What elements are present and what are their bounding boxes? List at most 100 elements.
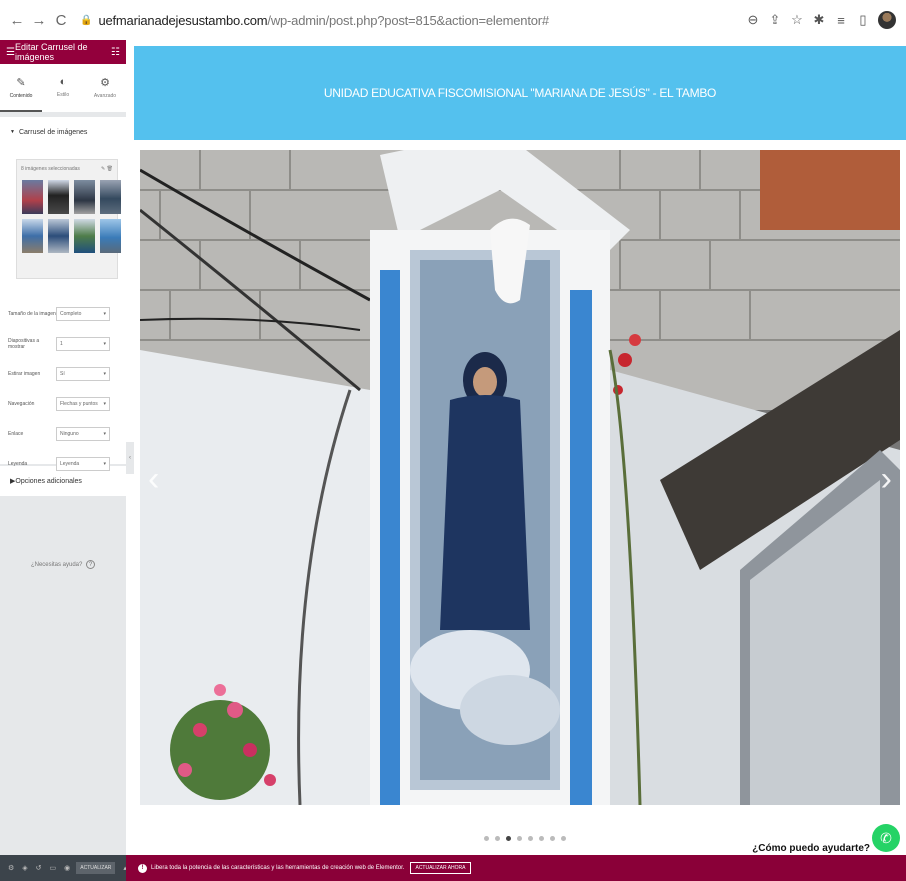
link-select[interactable]: Ninguno ▾ — [56, 427, 110, 441]
field-label: Enlace — [8, 431, 24, 437]
site-header: UNIDAD EDUCATIVA FISCOMISIONAL "MARIANA … — [134, 46, 906, 140]
url-host: uefmarianadejesustambo.com — [98, 12, 268, 28]
reload-icon[interactable]: C — [50, 12, 72, 29]
select-value: Leyenda — [60, 461, 80, 467]
carousel-dot[interactable] — [528, 836, 533, 841]
responsive-icon[interactable]: ▭ — [50, 864, 57, 872]
profile-avatar[interactable] — [878, 11, 896, 29]
tab-label: Estilo — [56, 92, 70, 98]
layers-icon[interactable]: ◈ — [22, 864, 27, 872]
gallery-actions: ✎ 🗑 — [101, 166, 113, 172]
carousel-dot[interactable] — [484, 836, 489, 841]
info-icon: ! — [138, 863, 147, 873]
gallery-thumb[interactable] — [22, 219, 43, 253]
chat-prompt: ¿Cómo puedo ayudarte? — [752, 843, 870, 854]
select-value: 1 — [60, 341, 63, 347]
widgets-grid-icon[interactable]: ☷ — [111, 47, 120, 58]
carousel-prev-arrow[interactable]: ‹ — [148, 460, 159, 499]
lock-icon: 🔒 — [80, 14, 93, 26]
share-icon[interactable]: ⇪ — [768, 12, 782, 28]
help-link[interactable]: ¿Necesitas ayuda? ? — [0, 560, 126, 569]
carousel-dot[interactable] — [561, 836, 566, 841]
tab-label: Contenido — [9, 92, 33, 99]
gallery-control[interactable]: 8 imágenes seleccionadas ✎ 🗑 — [16, 159, 121, 279]
preview-canvas: UNIDAD EDUCATIVA FISCOMISIONAL "MARIANA … — [134, 40, 906, 855]
address-bar[interactable]: 🔒 uefmarianadejesustambo.com /wp-admin/p… — [80, 13, 746, 28]
field-label: Diapositivas a mostrar — [8, 338, 40, 350]
field-link: Enlace Ninguno ▾ — [8, 419, 118, 449]
chevron-down-icon: ▾ — [103, 371, 106, 377]
select-value: Ninguno — [60, 431, 79, 437]
reading-list-icon[interactable]: ≡ — [834, 13, 848, 28]
site-title: UNIDAD EDUCATIVA FISCOMISIONAL "MARIANA … — [323, 86, 717, 100]
chevron-left-icon: ‹ — [129, 455, 131, 461]
gallery-thumb[interactable] — [48, 180, 69, 214]
update-button[interactable]: ACTUALIZAR — [76, 862, 116, 874]
chevron-down-icon: ▾ — [103, 401, 106, 407]
menu-icon[interactable]: ☰ — [6, 47, 15, 58]
tab-advanced[interactable]: ⚙ Avanzado — [84, 64, 126, 112]
gallery-thumb[interactable] — [48, 219, 69, 253]
tab-content[interactable]: ✎ Contenido — [0, 64, 42, 112]
chevron-down-icon: ▾ — [103, 461, 106, 467]
side-panel-icon[interactable]: ▯ — [856, 12, 870, 28]
gallery-thumb[interactable] — [74, 219, 95, 253]
preview-icon[interactable]: ◉ — [64, 864, 70, 872]
field-label: Navegación — [8, 401, 35, 407]
whatsapp-icon: ✆ — [880, 830, 892, 846]
editor-footer: ⚙ ◈ ↺ ▭ ◉ ACTUALIZAR ▴ ! Libera toda la … — [0, 855, 906, 881]
section-image-carousel[interactable]: ▼ Carrusel de imágenes — [0, 117, 126, 147]
stretch-image-select[interactable]: Sí ▾ — [56, 367, 110, 381]
gallery-thumb[interactable] — [100, 180, 121, 214]
carousel-controls: 8 imágenes seleccionadas ✎ 🗑 Tamaño de l… — [0, 147, 126, 471]
field-label: Estirar imagen — [8, 371, 41, 377]
carousel-dot[interactable] — [517, 836, 522, 841]
panel-title: Editar Carrusel de imágenes — [14, 42, 88, 62]
field-label: Leyenda — [8, 461, 28, 467]
star-icon[interactable]: ☆ — [790, 12, 804, 28]
extensions-icon[interactable]: ✱ — [812, 12, 826, 28]
chevron-down-icon: ▾ — [103, 341, 106, 347]
caret-down-icon: ▼ — [10, 129, 15, 135]
chevron-down-icon: ▾ — [103, 311, 106, 317]
promo-bar: ! Libera toda la potencia de las caracte… — [126, 855, 906, 881]
collapse-panel-handle[interactable]: ‹ — [126, 442, 134, 474]
trash-icon[interactable]: 🗑 — [107, 166, 113, 172]
upgrade-now-button[interactable]: ACTUALIZAR AHORA — [410, 862, 471, 874]
gallery-thumb[interactable] — [22, 180, 43, 214]
settings-icon[interactable]: ⚙ — [8, 864, 14, 872]
carousel-dot[interactable] — [539, 836, 544, 841]
url-path: /wp-admin/post.php?post=815&action=eleme… — [267, 12, 549, 28]
tab-style[interactable]: ◐ Estilo — [42, 64, 84, 112]
gallery-thumbnails — [17, 178, 121, 255]
back-icon[interactable]: ← — [6, 12, 28, 29]
carousel-dot[interactable] — [495, 836, 500, 841]
field-slides-to-show: Diapositivas a mostrar 1 ▾ — [8, 329, 118, 359]
carousel-next-arrow[interactable]: › — [881, 460, 892, 499]
browser-toolbar: ← → C 🔒 uefmarianadejesustambo.com /wp-a… — [0, 0, 906, 40]
panel-tabs: ✎ Contenido ◐ Estilo ⚙ Avanzado — [0, 64, 126, 112]
carousel-dot[interactable] — [550, 836, 555, 841]
image-size-select[interactable]: Completo ▾ — [56, 307, 110, 321]
carousel-dot[interactable] — [506, 836, 511, 841]
slides-to-show-select[interactable]: 1 ▾ — [56, 337, 110, 351]
edit-icon[interactable]: ✎ — [101, 166, 105, 172]
carousel-dots — [484, 836, 566, 841]
gallery-thumb[interactable] — [100, 219, 121, 253]
panel-header: ☰ Editar Carrusel de imágenes ☷ — [0, 40, 126, 64]
whatsapp-chat-button[interactable]: ✆ — [872, 824, 900, 852]
carousel-slide-image[interactable]: ‹ › — [140, 150, 900, 805]
gear-icon: ⚙ — [100, 76, 110, 89]
caption-select[interactable]: Leyenda ▾ — [56, 457, 110, 471]
history-icon[interactable]: ↺ — [36, 864, 42, 872]
pencil-icon: ✎ — [16, 76, 26, 89]
forward-icon[interactable]: → — [28, 12, 50, 29]
contrast-icon: ◐ — [59, 76, 67, 88]
zoom-icon[interactable]: ⊖ — [746, 12, 760, 28]
navigation-select[interactable]: Flechas y puntos ▾ — [56, 397, 110, 411]
section-title: Opciones adicionales — [15, 477, 82, 485]
editor-panel: ☰ Editar Carrusel de imágenes ☷ ✎ Conten… — [0, 40, 126, 855]
field-image-size: Tamaño de la imagen Completo ▾ — [8, 299, 118, 329]
gallery-thumb[interactable] — [74, 180, 95, 214]
section-title: Carrusel de imágenes — [18, 128, 88, 136]
